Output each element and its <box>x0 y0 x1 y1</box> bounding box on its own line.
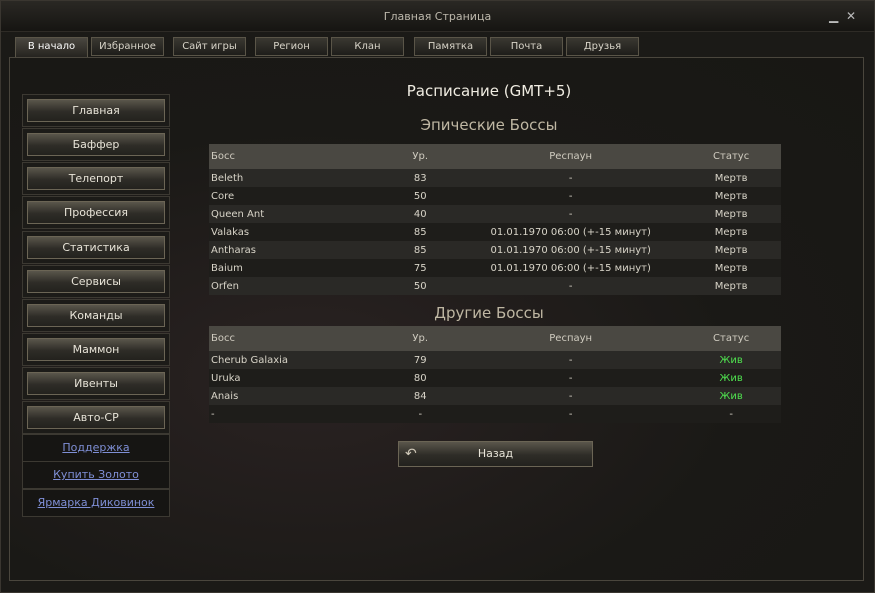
boss-respawn-cell: - <box>460 187 682 205</box>
boss-status-cell: Мертв <box>681 187 781 205</box>
table-row: Queen Ant 40- Мертв <box>209 205 781 223</box>
sidebar-button-statistics[interactable]: Статистика <box>27 236 165 259</box>
boss-respawn-cell: 01.01.1970 06:00 (+-15 минут) <box>460 241 682 259</box>
boss-name-cell: Beleth <box>209 169 381 187</box>
column-header-boss: Босс <box>209 144 381 169</box>
boss-name-cell: Orfen <box>209 277 381 295</box>
boss-level-cell: 84 <box>380 387 461 405</box>
boss-level-cell: 75 <box>380 259 461 277</box>
title-bar[interactable]: Главная Страница ▁ ✕ <box>1 1 874 32</box>
boss-respawn-cell: - <box>460 369 682 387</box>
other-bosses-heading: Другие Боссы <box>434 304 544 322</box>
boss-name-cell: Antharas <box>209 241 381 259</box>
column-header-status: Статус <box>681 326 781 351</box>
boss-respawn-cell: - <box>460 205 682 223</box>
sidebar-button-teleport[interactable]: Телепорт <box>27 167 165 190</box>
boss-respawn-cell: 01.01.1970 06:00 (+-15 минут) <box>460 223 682 241</box>
tab-memo[interactable]: Памятка <box>414 37 487 56</box>
table-row: Anais 84- Жив <box>209 387 781 405</box>
sidebar-button-main[interactable]: Главная <box>27 99 165 122</box>
column-header-level: Ур. <box>380 326 461 351</box>
sidebar-button-commands[interactable]: Команды <box>27 304 165 327</box>
sidebar-link-support[interactable]: Поддержка <box>22 434 170 462</box>
boss-level-cell: 50 <box>380 187 461 205</box>
boss-respawn-cell: - <box>460 387 682 405</box>
column-header-respawn: Респаун <box>460 144 682 169</box>
boss-level-cell: 85 <box>380 223 461 241</box>
tab-friends[interactable]: Друзья <box>566 37 639 56</box>
column-header-boss: Босс <box>209 326 381 351</box>
boss-respawn-cell: - <box>460 405 682 423</box>
boss-status-cell: Жив <box>681 387 781 405</box>
boss-name-cell: Uruka <box>209 369 381 387</box>
table-row: Uruka 80- Жив <box>209 369 781 387</box>
boss-status-cell: Мертв <box>681 277 781 295</box>
boss-respawn-cell: - <box>460 169 682 187</box>
tab-home[interactable]: В начало <box>15 37 88 58</box>
sidebar-button-events[interactable]: Ивенты <box>27 372 165 395</box>
table-row: Antharas 85 01.01.1970 06:00 (+-15 минут) М… <box>209 241 781 259</box>
boss-name-cell: Anais <box>209 387 381 405</box>
epic-bosses-table: Босс Ур. Респаун Статус Beleth 83- Мертв Co… <box>209 144 781 295</box>
boss-level-cell: 83 <box>380 169 461 187</box>
boss-status-cell: - <box>681 405 781 423</box>
sidebar-link-curiosity-fair[interactable]: Ярмарка Диковинок <box>22 489 170 517</box>
table-row: Valakas 85 01.01.1970 06:00 (+-15 минут) Ме… <box>209 223 781 241</box>
column-header-respawn: Респаун <box>460 326 682 351</box>
boss-status-cell: Мертв <box>681 205 781 223</box>
boss-respawn-cell: - <box>460 277 682 295</box>
close-icon[interactable]: ✕ <box>846 9 856 23</box>
boss-level-cell: 79 <box>380 351 461 369</box>
back-button-label: Назад <box>477 447 514 460</box>
epic-bosses-heading: Эпические Боссы <box>420 116 558 134</box>
boss-level-cell: 80 <box>380 369 461 387</box>
back-button[interactable]: ↶ Назад <box>398 441 593 467</box>
boss-respawn-cell: - <box>460 351 682 369</box>
sidebar-link-buy-gold[interactable]: Купить Золото <box>22 461 170 489</box>
table-row: Core 50- Мертв <box>209 187 781 205</box>
boss-respawn-cell: 01.01.1970 06:00 (+-15 минут) <box>460 259 682 277</box>
tab-clan[interactable]: Клан <box>331 37 404 56</box>
boss-level-cell: 50 <box>380 277 461 295</box>
sidebar-button-services[interactable]: Сервисы <box>27 270 165 293</box>
sidebar-button-profession[interactable]: Профессия <box>27 201 165 224</box>
tab-region[interactable]: Регион <box>255 37 328 56</box>
boss-status-cell: Мертв <box>681 169 781 187</box>
tab-game-site[interactable]: Сайт игры <box>173 37 246 56</box>
table-row: Beleth 83- Мертв <box>209 169 781 187</box>
sidebar-button-auto-cp[interactable]: Авто-СР <box>27 406 165 429</box>
other-bosses-table: Босс Ур. Респаун Статус Cherub Galaxia 79… <box>209 326 781 423</box>
page-title: Расписание (GMT+5) <box>406 82 572 100</box>
back-arrow-icon: ↶ <box>405 446 417 462</box>
boss-status-cell: Мертв <box>681 241 781 259</box>
boss-level-cell: 40 <box>380 205 461 223</box>
boss-status-cell: Мертв <box>681 259 781 277</box>
tab-mail[interactable]: Почта <box>490 37 563 56</box>
sidebar-button-mammon[interactable]: Маммон <box>27 338 165 361</box>
boss-status-cell: Жив <box>681 351 781 369</box>
minimize-icon[interactable]: ▁ <box>829 9 838 23</box>
boss-status-cell: Жив <box>681 369 781 387</box>
sidebar-button-buffer[interactable]: Баффер <box>27 133 165 156</box>
table-row: Cherub Galaxia 79- Жив <box>209 351 781 369</box>
column-header-level: Ур. <box>380 144 461 169</box>
table-row: Orfen 50- Мертв <box>209 277 781 295</box>
boss-name-cell: Baium <box>209 259 381 277</box>
boss-status-cell: Мертв <box>681 223 781 241</box>
table-row: Baium 75 01.01.1970 06:00 (+-15 минут) Мерт… <box>209 259 781 277</box>
column-header-status: Статус <box>681 144 781 169</box>
boss-name-cell: Core <box>209 187 381 205</box>
window-title: Главная Страница <box>383 10 492 23</box>
boss-name-cell: Valakas <box>209 223 381 241</box>
main-window: Главная Страница ▁ ✕ В начало Избранное … <box>0 0 875 593</box>
boss-name-cell: Queen Ant <box>209 205 381 223</box>
table-row: ---- <box>209 405 781 423</box>
boss-level-cell: - <box>380 405 461 423</box>
boss-name-cell: - <box>209 405 381 423</box>
tab-favorites[interactable]: Избранное <box>91 37 164 56</box>
boss-level-cell: 85 <box>380 241 461 259</box>
boss-name-cell: Cherub Galaxia <box>209 351 381 369</box>
